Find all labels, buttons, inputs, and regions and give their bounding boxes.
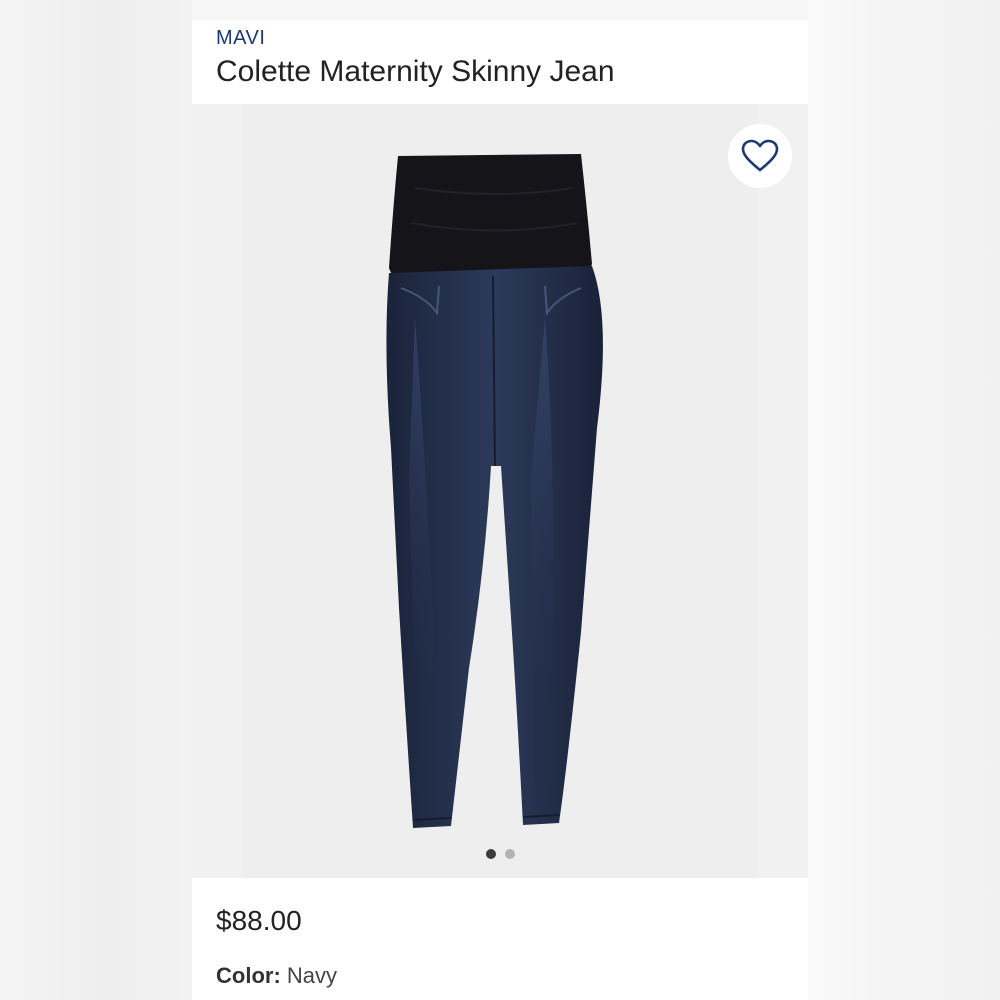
top-strip (192, 0, 808, 20)
product-image-gallery[interactable] (192, 104, 808, 878)
product-card: MAVI Colette Maternity Skinny Jean $88.0… (192, 0, 808, 1000)
color-label: Color: (216, 963, 281, 988)
heart-outline-icon (741, 139, 779, 172)
carousel-dots (486, 848, 515, 860)
color-selection: Color: Navy (216, 963, 337, 989)
carousel-dot-2[interactable] (505, 849, 515, 859)
carousel-dot-1[interactable] (486, 849, 496, 859)
product-image-jeans (386, 154, 603, 828)
page-background-left (0, 0, 192, 1000)
page-background-right (808, 0, 1000, 1000)
color-value: Navy (286, 963, 338, 988)
favorite-button[interactable] (728, 124, 792, 188)
product-price: $88.00 (216, 905, 302, 936)
product-title: Colette Maternity Skinny Jean (216, 55, 615, 88)
brand-name[interactable]: MAVI (216, 27, 265, 50)
